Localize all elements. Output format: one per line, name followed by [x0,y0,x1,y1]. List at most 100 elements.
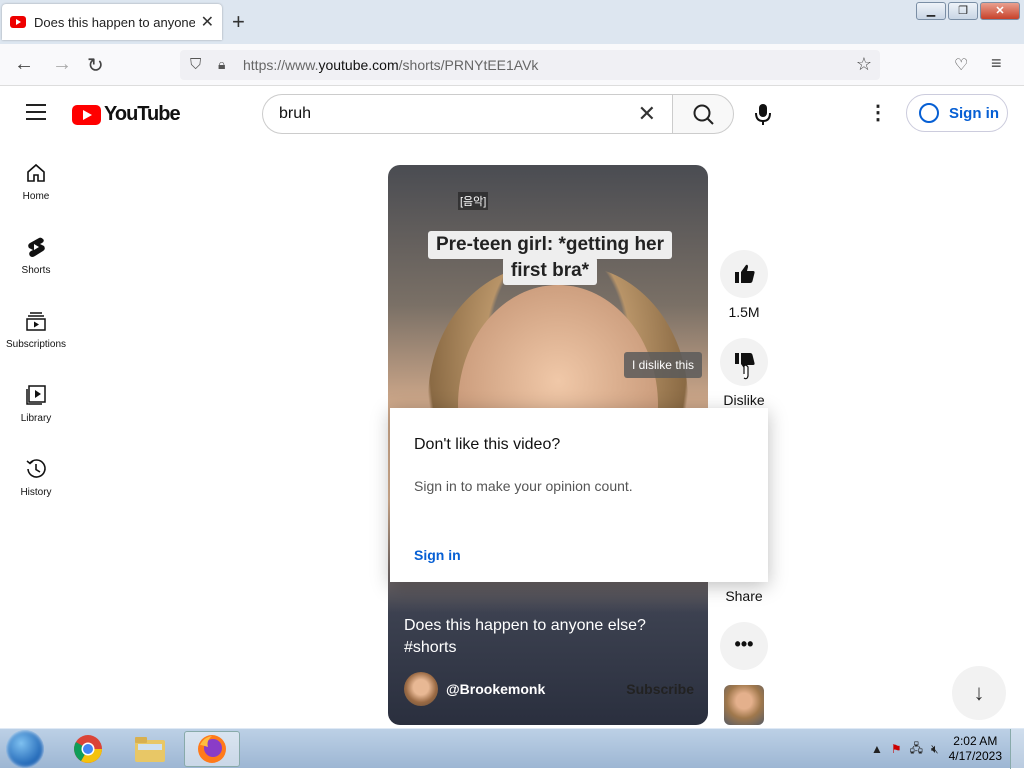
search-input[interactable] [279,105,619,123]
network-icon[interactable]: 🖧︎ [910,739,923,760]
volume-muted-icon[interactable]: 🔇︎ [931,742,939,757]
sidebar-item-shorts[interactable]: Shorts [0,216,72,290]
browser-tab[interactable]: Does this happen to anyone else? ✕ [2,4,222,40]
pocket-icon[interactable]: ♡ [954,55,968,75]
restore-button[interactable]: ❐ [948,2,978,20]
reload-icon[interactable]: ↻ [87,53,104,78]
sign-in-popup: Don't like this video? Sign in to make y… [390,408,768,582]
bookmark-star-icon[interactable]: ☆ [856,54,872,75]
chrome-icon [74,735,102,763]
history-icon [26,459,46,478]
ellipsis-icon: ••• [734,634,754,654]
library-icon [26,385,46,405]
sound-thumbnail[interactable] [724,685,764,725]
browser-nav-bar: ← → ↻ ⛉ 🔒︎ https://www.youtube.com/short… [0,44,1024,86]
clock-date: 4/17/2023 [948,749,1002,763]
search-icon [693,104,714,125]
url-bar[interactable]: ⛉ 🔒︎ https://www.youtube.com/shorts/PRNY… [180,50,880,80]
start-button[interactable] [6,730,44,768]
thumbs-up-icon [735,264,755,283]
share-label: Share [725,588,763,604]
dislike-label: Dislike [723,392,765,408]
tab-close-icon[interactable]: ✕ [201,12,214,32]
popup-title: Don't like this video? [414,436,561,453]
guide-menu-icon[interactable] [26,104,46,125]
subscribe-button[interactable]: Subscribe [626,681,694,697]
youtube-favicon-icon [10,16,26,28]
microphone-icon [755,104,771,125]
youtube-logo-text: YouTube [104,103,181,125]
firefox-icon [198,735,226,763]
video-caption-line-1: Pre-teen girl: *getting her [424,231,676,259]
channel-name[interactable]: @Brookemonk [446,681,626,697]
video-caption-line-2: first bra* [424,257,676,285]
dislike-button[interactable] [720,338,768,386]
sidebar-item-label: Subscriptions [5,339,67,350]
minimize-button[interactable]: ▁ [916,2,946,20]
thumbs-down-icon [735,353,755,380]
show-desktop-button[interactable] [1010,729,1024,769]
audio-caption-tag: [음악] [458,192,489,210]
search-button[interactable] [672,94,734,134]
clock[interactable]: 2:02 AM 4/17/2023 [949,734,1002,764]
clear-search-icon[interactable]: ✕ [638,101,656,127]
youtube-header: YouTube ✕ ⋮ Sign in [0,86,1024,142]
windows-taskbar: ▲ ⚑ 🖧︎ 🔇︎ 2:02 AM 4/17/2023 [0,728,1024,769]
youtube-logo[interactable]: YouTube [72,103,181,126]
sign-in-label: Sign in [949,104,999,122]
clock-time: 2:02 AM [953,734,998,748]
sidebar-item-subscriptions[interactable]: Subscriptions [0,290,72,364]
url-text[interactable]: https://www.youtube.com/shorts/PRNYtEE1A… [243,57,538,73]
close-window-button[interactable]: ✕ [980,2,1020,20]
search-box: ✕ [262,94,672,134]
popup-text: Sign in to make your opinion count. [414,478,633,494]
sidebar-item-label: History [20,487,52,498]
dislike-tooltip: I dislike this [623,352,702,378]
tab-title: Does this happen to anyone else? [34,14,195,30]
settings-more-icon[interactable]: ⋮ [864,100,892,125]
video-title[interactable]: Does this happen to anyone else? #shorts [404,615,684,659]
tray-expand-icon[interactable]: ▲ [871,742,883,756]
new-tab-button[interactable]: + [232,9,245,35]
like-count: 1.5M [728,304,760,320]
url-domain: youtube.com [318,57,399,73]
sidebar-item-home[interactable]: Home [0,142,72,216]
system-tray: ▲ ⚑ 🖧︎ 🔇︎ 2:02 AM 4/17/2023 [867,729,1024,769]
taskbar-chrome[interactable] [60,731,116,767]
back-icon[interactable]: ← [14,53,34,76]
app-menu-icon[interactable]: ≡ [991,53,1002,74]
popup-sign-in-link[interactable]: Sign in [414,547,461,563]
caption-text: Pre-teen girl: *getting her [427,231,673,259]
mini-guide: Home Shorts Subscriptions Library Histor… [0,142,72,512]
browser-tab-bar: Does this happen to anyone else? ✕ + ▁ ❐… [0,0,1024,44]
channel-avatar[interactable] [404,672,438,706]
lock-icon[interactable]: 🔒︎ [218,56,225,73]
url-prefix: https://www. [243,57,319,73]
home-icon [27,163,45,182]
caption-text: first bra* [502,257,598,285]
shield-icon[interactable]: ⛉ [190,56,201,73]
forward-icon[interactable]: → [52,53,72,76]
arrow-down-icon: ↓ [973,680,985,705]
sign-in-button[interactable]: Sign in [906,94,1008,132]
sidebar-item-label: Home [22,191,50,202]
subscriptions-icon [26,312,46,331]
folder-icon [135,737,165,762]
like-button[interactable] [720,250,768,298]
hashtag-link[interactable]: #shorts [404,637,684,659]
action-center-icon[interactable]: ⚑ [891,742,902,756]
voice-search-button[interactable] [744,94,784,134]
sidebar-item-label: Library [20,413,52,424]
taskbar-explorer[interactable] [122,731,178,767]
youtube-play-icon [72,104,101,125]
next-video-button[interactable]: ↓ [952,666,1006,720]
sidebar-item-label: Shorts [21,265,51,276]
sidebar-item-library[interactable]: Library [0,364,72,438]
window-controls: ▁ ❐ ✕ [916,2,1020,20]
shorts-icon [28,237,45,257]
account-icon [919,103,939,123]
more-actions-button[interactable]: ••• [720,622,768,670]
taskbar-firefox[interactable] [184,731,240,767]
sidebar-item-history[interactable]: History [0,438,72,512]
video-title-text: Does this happen to anyone else? [404,617,646,634]
